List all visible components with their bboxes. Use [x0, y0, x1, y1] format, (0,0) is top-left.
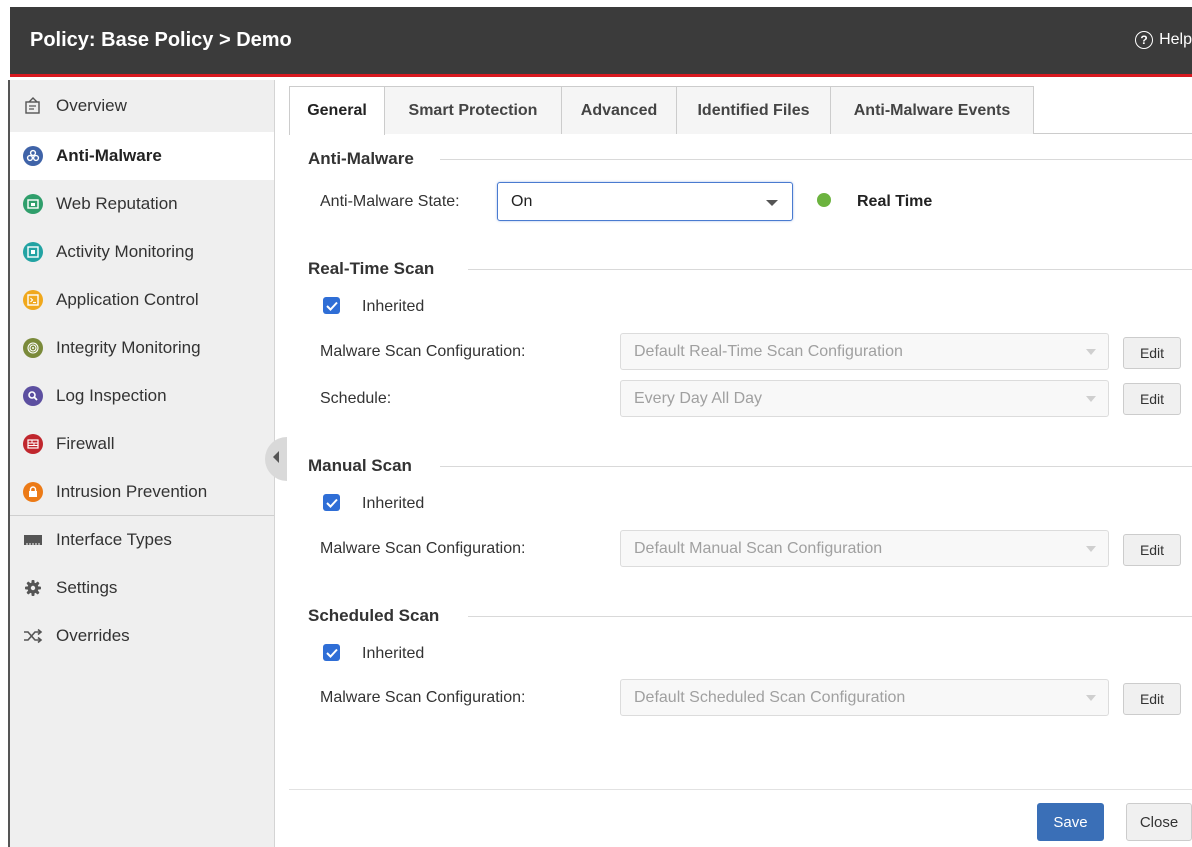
sidebar-item-label: Activity Monitoring — [56, 242, 194, 261]
close-button[interactable]: Close — [1126, 803, 1192, 841]
chevron-down-icon — [1086, 396, 1096, 402]
edit-schedule-button[interactable]: Edit — [1123, 383, 1181, 415]
chevron-down-icon — [766, 200, 778, 206]
tab-identified-files[interactable]: Identified Files — [676, 86, 831, 134]
select-value: On — [511, 192, 533, 210]
sidebar-item-web-reputation[interactable]: Web Reputation — [10, 180, 274, 228]
real-time-scan-config-select[interactable]: Default Real-Time Scan Configuration — [620, 333, 1109, 370]
section-divider — [440, 159, 1192, 160]
tab-advanced[interactable]: Advanced — [561, 86, 677, 134]
page-title: Policy: Base Policy > Demo — [30, 29, 292, 51]
sidebar-item-interface-types[interactable]: Interface Types — [10, 516, 274, 564]
scheduled-scan-config-select[interactable]: Default Scheduled Scan Configuration — [620, 679, 1109, 716]
sidebar-item-label: Anti-Malware — [56, 146, 162, 165]
application-control-icon — [23, 290, 43, 310]
edit-scheduled-config-button[interactable]: Edit — [1123, 683, 1181, 715]
section-divider — [468, 269, 1192, 270]
web-reputation-icon — [23, 194, 43, 214]
section-title-anti-malware: Anti-Malware — [308, 149, 426, 169]
section-divider — [468, 616, 1192, 617]
tab-general[interactable]: General — [289, 86, 385, 135]
manual-scan-config-select[interactable]: Default Manual Scan Configuration — [620, 530, 1109, 567]
edit-real-time-config-button[interactable]: Edit — [1123, 337, 1181, 369]
edit-manual-config-button[interactable]: Edit — [1123, 534, 1181, 566]
sidebar-item-label: Overview — [56, 96, 127, 115]
save-button[interactable]: Save — [1037, 803, 1104, 841]
sidebar-item-activity-monitoring[interactable]: Activity Monitoring — [10, 228, 274, 276]
fingerprint-icon — [23, 338, 43, 358]
schedule-label: Schedule: — [320, 390, 392, 407]
inherited-label: Inherited — [362, 645, 425, 662]
inherited-label: Inherited — [362, 298, 425, 315]
sidebar-item-label: Intrusion Prevention — [56, 482, 208, 501]
section-title-manual-scan: Manual Scan — [308, 456, 424, 476]
scheduled-inherited-checkbox[interactable] — [323, 644, 340, 661]
select-value: Default Manual Scan Configuration — [634, 539, 883, 557]
sidebar-item-application-control[interactable]: Application Control — [10, 276, 274, 324]
select-value: Default Scheduled Scan Configuration — [634, 688, 906, 706]
tab-anti-malware-events[interactable]: Anti-Malware Events — [830, 86, 1034, 134]
chevron-left-icon — [272, 450, 280, 469]
manual-inherited-checkbox[interactable] — [323, 494, 340, 511]
tab-bar: General Smart Protection Advanced Identi… — [289, 86, 1192, 135]
sidebar-item-log-inspection[interactable]: Log Inspection — [10, 372, 274, 420]
schedule-select[interactable]: Every Day All Day — [620, 380, 1109, 417]
anti-malware-state-select[interactable]: On — [497, 182, 793, 221]
shuffle-icon — [23, 626, 43, 646]
sidebar-item-settings[interactable]: Settings — [10, 564, 274, 612]
checkmark-icon — [325, 498, 338, 508]
malware-scan-config-label: Malware Scan Configuration: — [320, 343, 526, 360]
firewall-icon — [23, 434, 43, 454]
help-icon: ? — [1135, 31, 1154, 49]
sidebar-item-overrides[interactable]: Overrides — [10, 612, 274, 660]
sidebar-item-firewall[interactable]: Firewall — [10, 420, 274, 468]
malware-scan-config-label: Malware Scan Configuration: — [320, 540, 526, 557]
chevron-down-icon — [1086, 349, 1096, 355]
sidebar-item-label: Overrides — [56, 626, 130, 645]
help-link[interactable]: ? Help — [1135, 31, 1192, 49]
section-title-scheduled-scan: Scheduled Scan — [308, 606, 452, 626]
sidebar-item-label: Integrity Monitoring — [56, 338, 201, 357]
gear-icon — [23, 578, 43, 598]
select-value: Default Real-Time Scan Configuration — [634, 342, 903, 360]
sidebar-item-label: Log Inspection — [56, 386, 167, 405]
status-indicator-dot — [817, 193, 831, 207]
activity-monitoring-icon — [23, 242, 43, 262]
section-divider — [440, 466, 1192, 467]
sidebar-item-label: Application Control — [56, 290, 199, 309]
sidebar-item-label: Web Reputation — [56, 194, 178, 213]
chevron-down-icon — [1086, 695, 1096, 701]
checkmark-icon — [325, 301, 338, 311]
tab-smart-protection[interactable]: Smart Protection — [384, 86, 562, 134]
overview-icon — [23, 96, 43, 116]
network-interface-icon — [23, 530, 43, 550]
sidebar-item-integrity-monitoring[interactable]: Integrity Monitoring — [10, 324, 274, 372]
title-bar: Policy: Base Policy > Demo ? Help — [10, 7, 1192, 77]
help-label: Help — [1159, 31, 1192, 48]
anti-malware-state-label: Anti-Malware State: — [320, 193, 460, 210]
sidebar-item-overview[interactable]: Overview — [10, 82, 274, 130]
chevron-down-icon — [1086, 546, 1096, 552]
checkmark-icon — [325, 648, 338, 658]
sidebar-item-anti-malware[interactable]: Anti-Malware — [10, 132, 274, 180]
section-title-real-time-scan: Real-Time Scan — [308, 259, 447, 279]
magnifier-icon — [23, 386, 43, 406]
select-value: Every Day All Day — [634, 389, 763, 407]
real-time-inherited-checkbox[interactable] — [323, 297, 340, 314]
sidebar: Overview Anti-Malware Web Reputation Act… — [10, 80, 275, 847]
sidebar-item-label: Interface Types — [56, 530, 172, 549]
intrusion-prevention-icon — [23, 482, 43, 502]
sidebar-item-intrusion-prevention[interactable]: Intrusion Prevention — [10, 468, 274, 516]
malware-scan-config-label: Malware Scan Configuration: — [320, 689, 526, 706]
biohazard-icon — [23, 146, 43, 166]
sidebar-item-label: Settings — [56, 578, 118, 597]
inherited-label: Inherited — [362, 495, 425, 512]
status-text: Real Time — [857, 193, 933, 210]
footer-divider — [289, 789, 1192, 790]
sidebar-item-label: Firewall — [56, 434, 115, 453]
